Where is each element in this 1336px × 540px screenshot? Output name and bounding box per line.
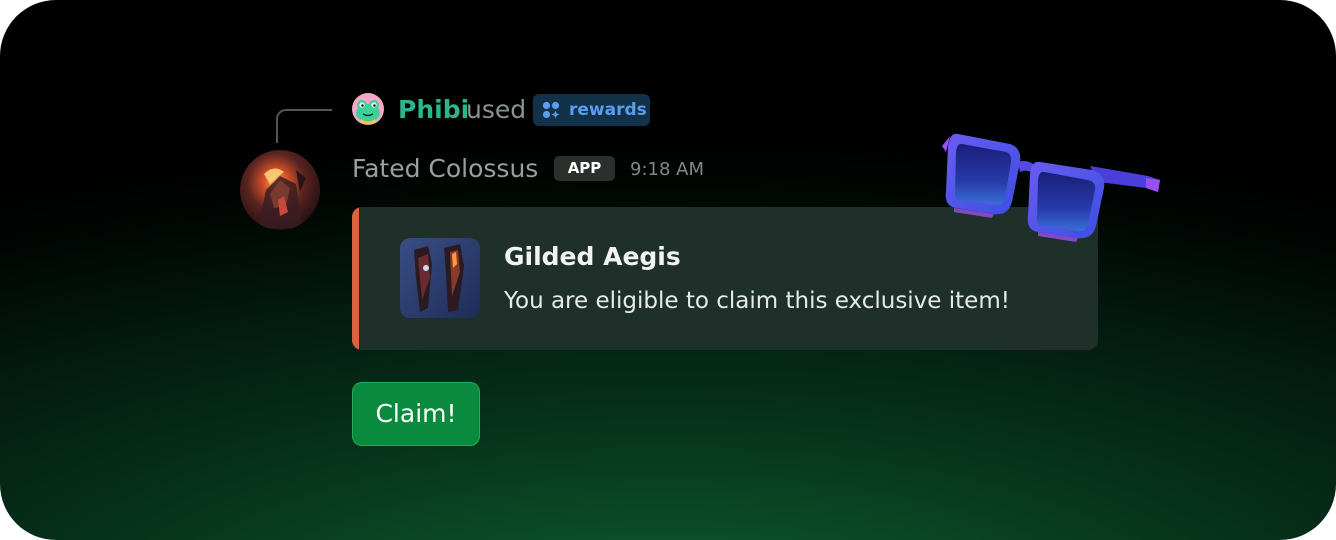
app-command-icon — [542, 101, 560, 119]
frog-avatar-icon[interactable] — [352, 93, 384, 125]
sunglasses-icon — [942, 133, 1160, 242]
colossus-avatar-image — [240, 150, 320, 230]
gauntlets-item-image — [400, 238, 480, 318]
reply-username[interactable]: Phibi — [398, 94, 469, 126]
chat-card: Phibi used rewards Fated Colossus APP 9:… — [0, 0, 1336, 540]
command-label: rewards — [569, 100, 647, 120]
embed-thumbnail[interactable] — [400, 238, 480, 318]
embed-title: Gilded Aegis — [504, 242, 681, 271]
reply-action-text: used — [466, 95, 527, 124]
embed-description: You are eligible to claim this exclusive… — [504, 288, 1010, 314]
embed-accent-bar — [352, 207, 359, 350]
reply-connector-line — [276, 109, 332, 143]
author-avatar[interactable] — [240, 150, 320, 230]
command-mention[interactable]: rewards — [533, 94, 650, 126]
claim-button[interactable]: Claim! — [352, 382, 480, 446]
app-badge: APP — [554, 156, 615, 181]
message-timestamp: 9:18 AM — [630, 159, 704, 180]
author-name[interactable]: Fated Colossus — [352, 152, 538, 186]
